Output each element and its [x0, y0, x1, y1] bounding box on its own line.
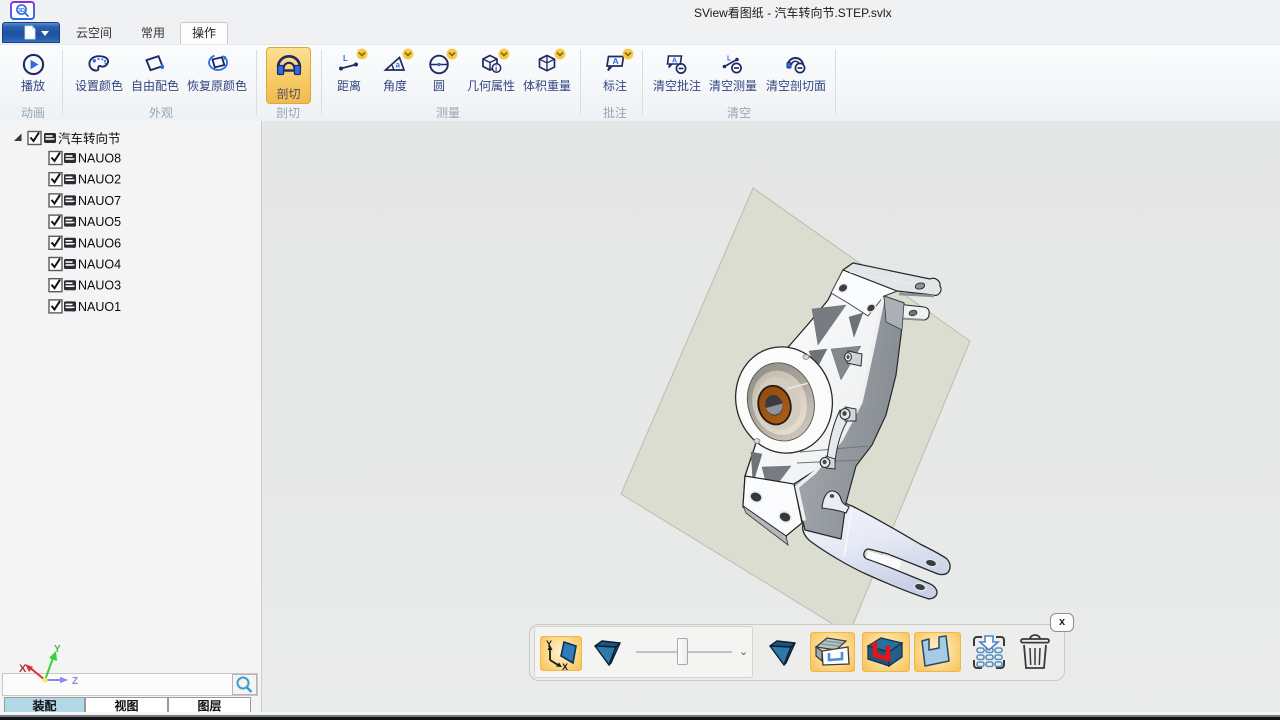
svg-text:L: L — [727, 56, 732, 63]
svg-text:NAUO7: NAUO7 — [78, 194, 121, 208]
svg-text:NAUO4: NAUO4 — [78, 258, 121, 272]
svg-text:3D: 3D — [18, 8, 25, 14]
svg-text:a: a — [395, 61, 400, 70]
svg-text:L: L — [343, 54, 348, 63]
svg-text:X: X — [19, 663, 27, 675]
svg-text:NAUO2: NAUO2 — [78, 173, 121, 187]
svg-text:i: i — [495, 66, 497, 73]
svg-text:NAUO3: NAUO3 — [78, 279, 121, 293]
svg-text:NAUO5: NAUO5 — [78, 215, 121, 229]
svg-text:A: A — [672, 58, 677, 65]
svg-text:X: X — [562, 662, 568, 670]
svg-text:Y: Y — [54, 644, 61, 655]
svg-text:Z: Z — [72, 676, 78, 687]
svg-text:NAUO1: NAUO1 — [78, 300, 121, 314]
svg-text:NAUO8: NAUO8 — [78, 152, 121, 166]
svg-text:NAUO6: NAUO6 — [78, 236, 121, 250]
svg-text:A: A — [612, 56, 618, 66]
svg-text:汽车转向节: 汽车转向节 — [58, 131, 121, 146]
